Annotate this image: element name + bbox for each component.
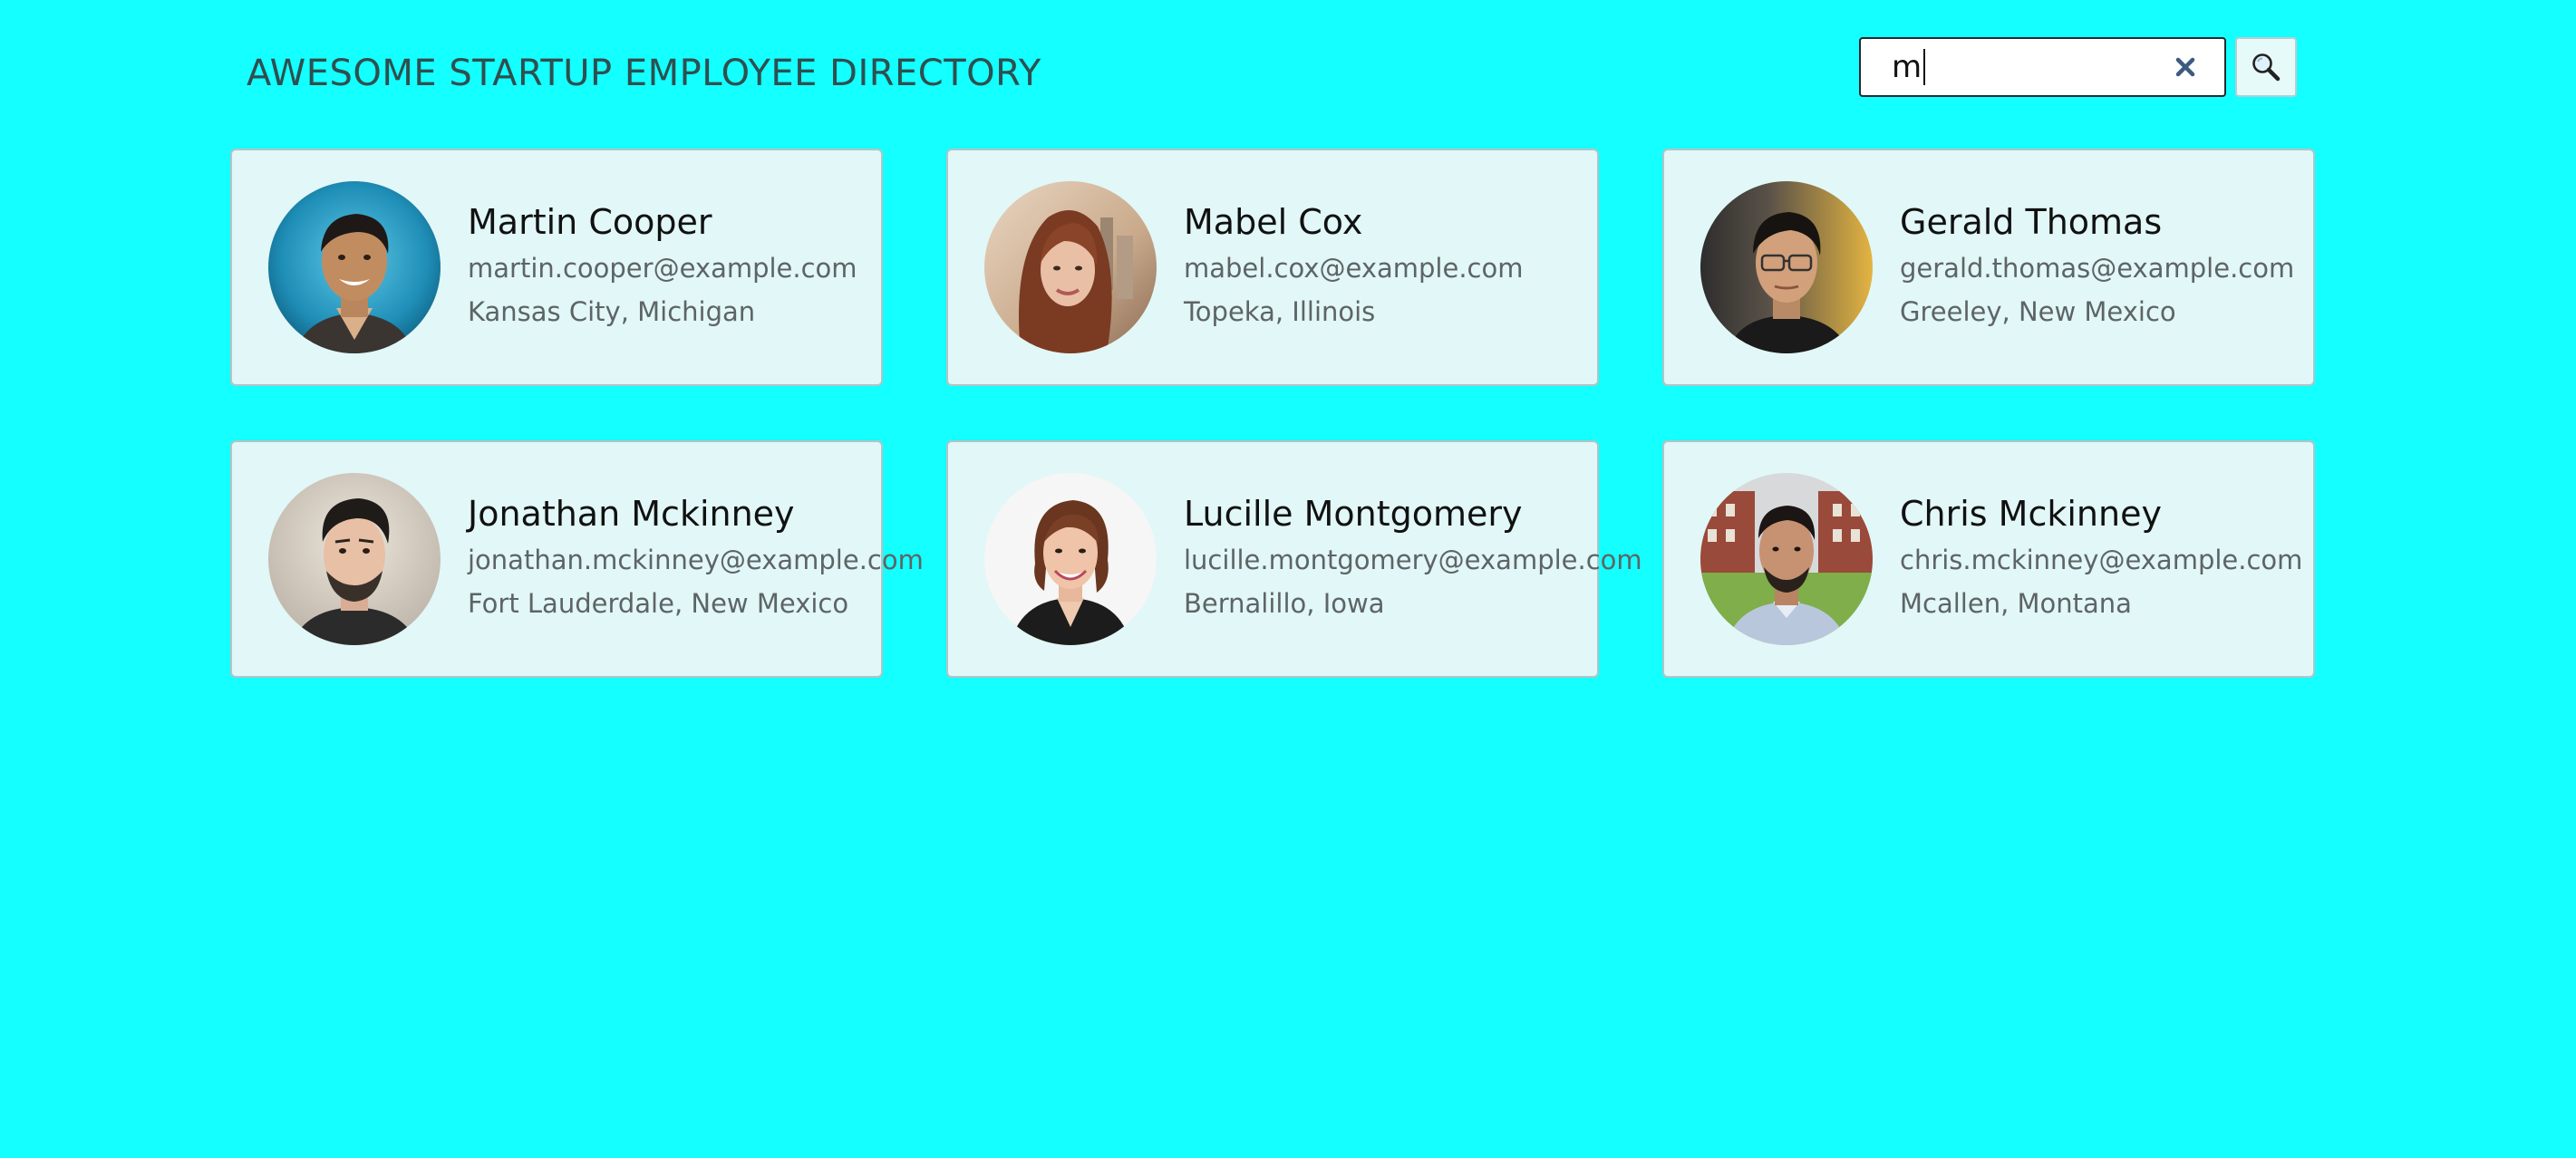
avatar [1700, 473, 1873, 645]
employee-email: martin.cooper@example.com [468, 253, 857, 284]
employee-info: Mabel Cox mabel.cox@example.com Topeka, … [1184, 202, 1524, 327]
employee-email: lucille.montgomery@example.com [1184, 545, 1642, 575]
employee-info: Gerald Thomas gerald.thomas@example.com … [1900, 202, 2295, 327]
clear-search-button[interactable] [2154, 39, 2217, 95]
employee-email: mabel.cox@example.com [1184, 253, 1524, 284]
avatar [268, 181, 441, 353]
employee-card[interactable]: Mabel Cox mabel.cox@example.com Topeka, … [946, 149, 1599, 386]
employee-name: Jonathan Mckinney [468, 494, 795, 534]
search-input-value: m [1892, 49, 1922, 85]
employee-location: Mcallen, Montana [1900, 588, 2132, 619]
employee-name: Martin Cooper [468, 202, 712, 242]
employee-card[interactable]: Jonathan Mckinney jonathan.mckinney@exam… [230, 440, 924, 678]
employee-card[interactable]: Gerald Thomas gerald.thomas@example.com … [1662, 149, 2315, 386]
employee-card[interactable]: Martin Cooper martin.cooper@example.com … [230, 149, 883, 386]
employee-location: Topeka, Illinois [1184, 296, 1376, 327]
page-title: AWESOME STARTUP EMPLOYEE DIRECTORY [247, 53, 1041, 94]
employee-location: Kansas City, Michigan [468, 296, 756, 327]
employee-info: Martin Cooper martin.cooper@example.com … [468, 202, 857, 327]
employee-email: chris.mckinney@example.com [1900, 545, 2303, 575]
search-input[interactable]: m [1892, 39, 2154, 95]
close-icon [2175, 57, 2195, 77]
employee-location: Fort Lauderdale, New Mexico [468, 588, 849, 619]
employee-info: Jonathan Mckinney jonathan.mckinney@exam… [468, 494, 924, 619]
employee-name: Mabel Cox [1184, 202, 1363, 242]
employee-name: Gerald Thomas [1900, 202, 2163, 242]
employee-info: Chris Mckinney chris.mckinney@example.co… [1900, 494, 2303, 619]
employee-location: Greeley, New Mexico [1900, 296, 2176, 327]
search-icon [2252, 53, 2281, 82]
employee-location: Bernalillo, Iowa [1184, 588, 1385, 619]
employee-card[interactable]: Chris Mckinney chris.mckinney@example.co… [1662, 440, 2315, 678]
avatar [984, 473, 1157, 645]
employee-email: jonathan.mckinney@example.com [468, 545, 924, 575]
avatar [268, 473, 441, 645]
employee-email: gerald.thomas@example.com [1900, 253, 2295, 284]
employee-card[interactable]: Lucille Montgomery lucille.montgomery@ex… [946, 440, 1642, 678]
employee-grid: Martin Cooper martin.cooper@example.com … [230, 149, 2315, 678]
employee-name: Chris Mckinney [1900, 494, 2162, 534]
avatar [984, 181, 1157, 353]
search-box[interactable]: m [1859, 37, 2226, 97]
avatar [1700, 181, 1873, 353]
search-button[interactable] [2235, 37, 2297, 97]
text-caret [1923, 49, 1926, 85]
employee-info: Lucille Montgomery lucille.montgomery@ex… [1184, 494, 1642, 619]
employee-name: Lucille Montgomery [1184, 494, 1523, 534]
